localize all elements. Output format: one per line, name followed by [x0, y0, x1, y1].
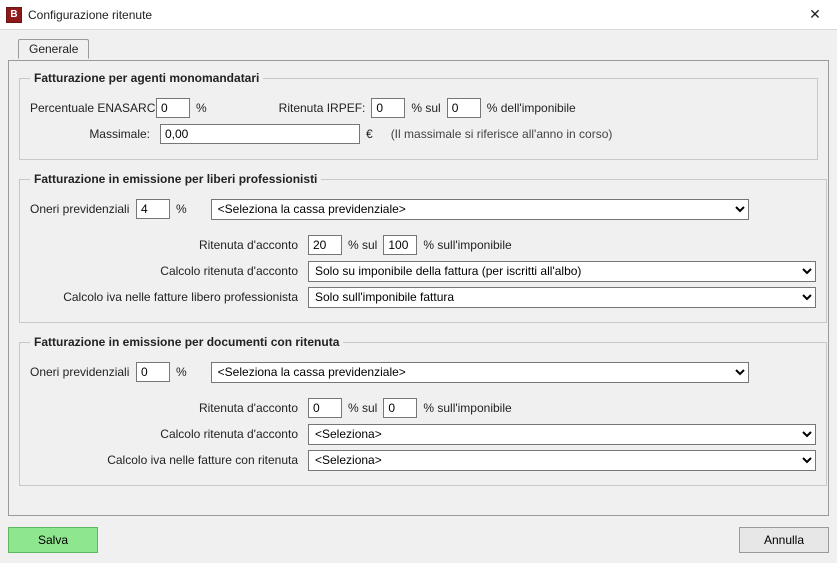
group-professionisti: Fatturazione in emissione per liberi pro… — [19, 172, 827, 323]
calcolo-rit-select-2[interactable]: Solo su imponibile della fattura (per is… — [308, 261, 816, 282]
footer: Salva Annulla — [8, 527, 829, 553]
enasarco-label: Percentuale ENASARCO: — [30, 101, 150, 115]
calcolo-iva-select-3[interactable]: <Seleziona> — [308, 450, 816, 471]
save-button[interactable]: Salva — [8, 527, 98, 553]
irpef-percent-imponibile: % dell'imponibile — [487, 101, 576, 115]
irpef-base-input[interactable] — [447, 98, 481, 118]
group-ritenuta-legend: Fatturazione in emissione per documenti … — [30, 335, 343, 349]
tabstrip: Generale — [18, 38, 829, 60]
oneri-percent-2: % — [176, 202, 187, 216]
tab-generale[interactable]: Generale — [18, 39, 89, 59]
irpef-input[interactable] — [371, 98, 405, 118]
enasarco-percent: % — [196, 101, 207, 115]
enasarco-input[interactable] — [156, 98, 190, 118]
oneri-label-2: Oneri previdenziali — [30, 202, 130, 216]
ritacconto-base-input-3[interactable] — [383, 398, 417, 418]
calcolo-iva-label-3: Calcolo iva nelle fatture con ritenuta — [30, 453, 302, 467]
close-icon[interactable]: ✕ — [793, 0, 837, 30]
ritacconto-percent-sul-2: % sul — [348, 238, 377, 252]
client-area: Generale Fatturazione per agenti monoman… — [0, 30, 837, 563]
ritacconto-sull-imponibile-3: % sull'imponibile — [423, 401, 511, 415]
ritacconto-sull-imponibile-2: % sull'imponibile — [423, 238, 511, 252]
oneri-percent-3: % — [176, 365, 187, 379]
cassa-select-2[interactable]: <Seleziona la cassa previdenziale> — [211, 199, 749, 220]
euro-symbol: € — [366, 127, 373, 141]
ritacconto-base-input-2[interactable] — [383, 235, 417, 255]
cassa-select-3[interactable]: <Seleziona la cassa previdenziale> — [211, 362, 749, 383]
group-agenti-legend: Fatturazione per agenti monomandatari — [30, 71, 263, 85]
calcolo-rit-select-3[interactable]: <Seleziona> — [308, 424, 816, 445]
cancel-button[interactable]: Annulla — [739, 527, 829, 553]
massimale-input[interactable] — [160, 124, 360, 144]
group-agenti: Fatturazione per agenti monomandatari Pe… — [19, 71, 818, 160]
group-professionisti-legend: Fatturazione in emissione per liberi pro… — [30, 172, 321, 186]
ritacconto-percent-sul-3: % sul — [348, 401, 377, 415]
irpef-percent-sul: % sul — [411, 101, 440, 115]
ritacconto-input-3[interactable] — [308, 398, 342, 418]
group-ritenuta: Fatturazione in emissione per documenti … — [19, 335, 827, 486]
app-icon: B — [6, 7, 22, 23]
ritacconto-label-3: Ritenuta d'acconto — [30, 401, 302, 415]
calcolo-iva-select-2[interactable]: Solo sull'imponibile fattura — [308, 287, 816, 308]
oneri-input-3[interactable] — [136, 362, 170, 382]
oneri-input-2[interactable] — [136, 199, 170, 219]
ritacconto-label-2: Ritenuta d'acconto — [30, 238, 302, 252]
ritacconto-input-2[interactable] — [308, 235, 342, 255]
calcolo-rit-label-2: Calcolo ritenuta d'acconto — [30, 264, 302, 278]
calcolo-rit-label-3: Calcolo ritenuta d'acconto — [30, 427, 302, 441]
titlebar: B Configurazione ritenute ✕ — [0, 0, 837, 30]
massimale-note: (Il massimale si riferisce all'anno in c… — [391, 127, 613, 141]
window-title: Configurazione ritenute — [28, 8, 152, 22]
calcolo-iva-label-2: Calcolo iva nelle fatture libero profess… — [30, 290, 302, 304]
oneri-label-3: Oneri previdenziali — [30, 365, 130, 379]
tab-panel: Fatturazione per agenti monomandatari Pe… — [8, 60, 829, 516]
massimale-label: Massimale: — [30, 127, 154, 141]
irpef-label: Ritenuta IRPEF: — [279, 101, 366, 115]
